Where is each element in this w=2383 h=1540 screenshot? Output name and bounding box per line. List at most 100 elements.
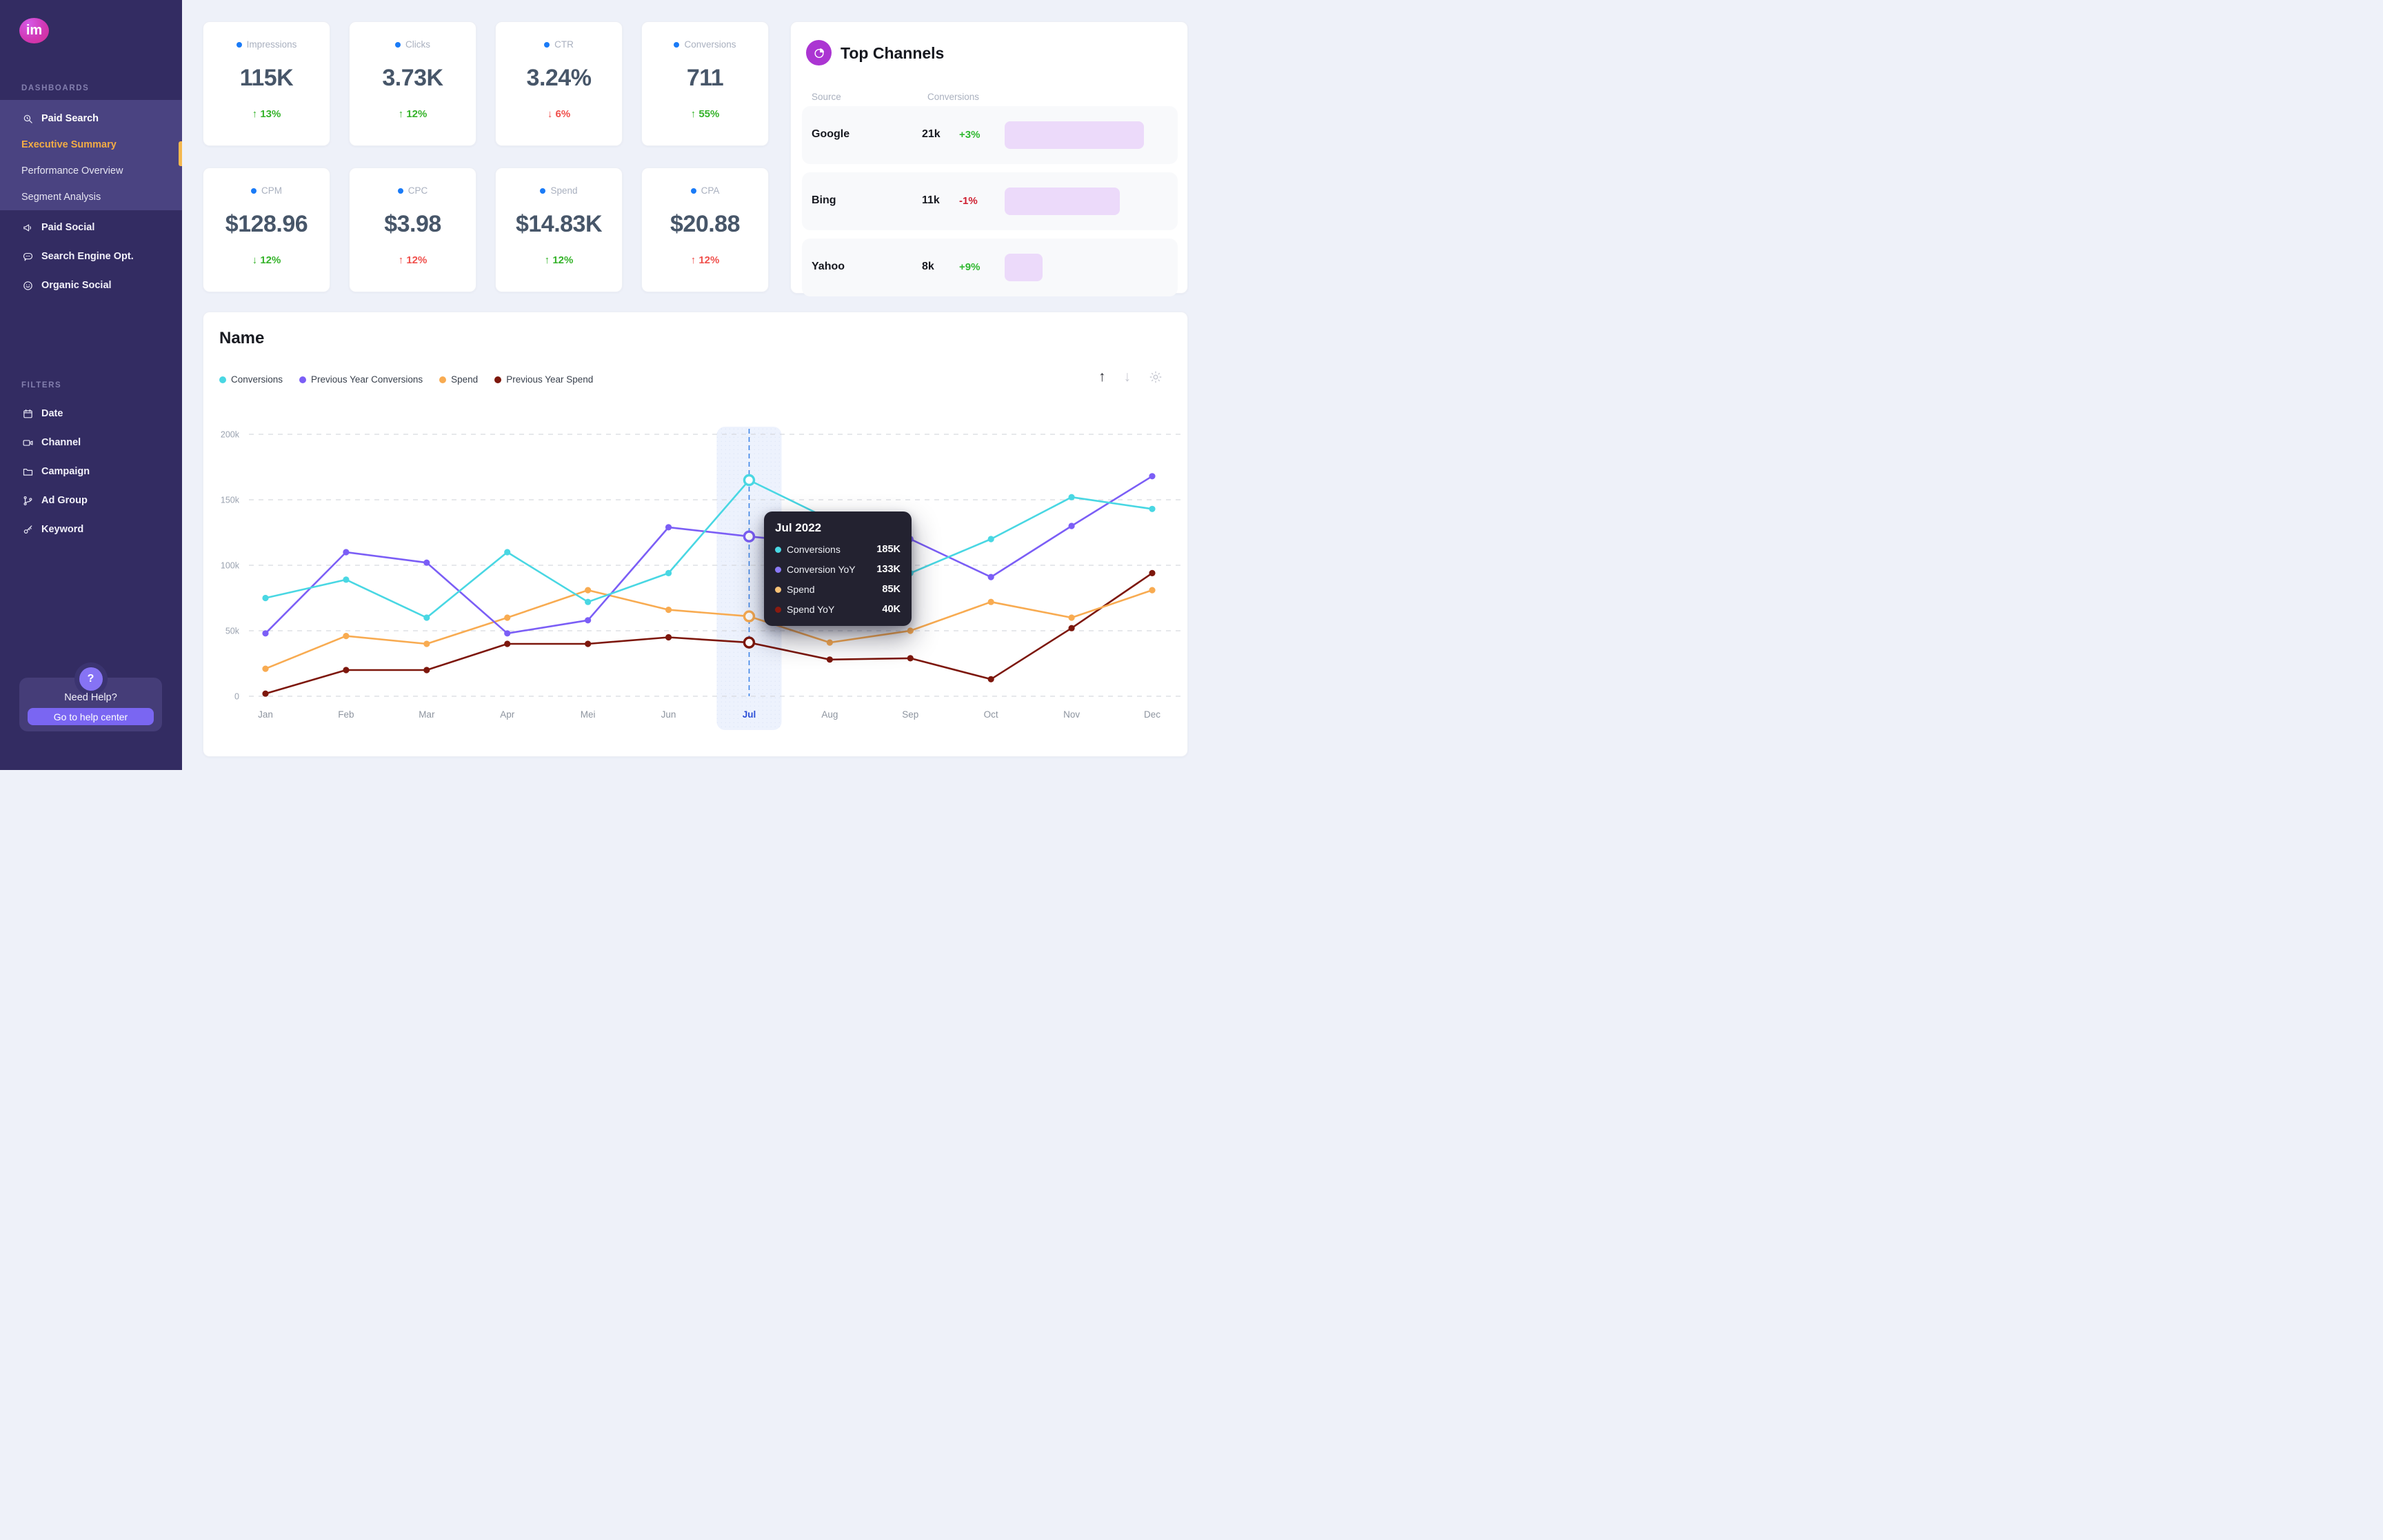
data-point[interactable] [262, 690, 269, 697]
app-logo[interactable]: im [19, 18, 49, 43]
sidebar-item-search-engine-opt-[interactable]: Search Engine Opt. [0, 242, 182, 271]
data-point[interactable] [585, 617, 592, 624]
data-point[interactable] [826, 656, 833, 663]
sidebar-item-keyword[interactable]: Keyword [0, 515, 182, 544]
legend-dot-icon [494, 376, 502, 383]
data-point[interactable] [907, 627, 914, 634]
x-axis-label-feb[interactable]: Feb [338, 709, 354, 720]
metric-value: 3.24% [526, 65, 592, 91]
channel-conversions: 8k [922, 261, 934, 272]
legend-item-previous-year-conversions[interactable]: Previous Year Conversions [299, 374, 423, 385]
legend-label: Conversions [231, 374, 283, 385]
data-point[interactable] [987, 598, 994, 605]
line-chart[interactable]: 200k 150k 100k 50k 0 Jan Feb Mar Apr Mei Jun Jul Aug… [203, 399, 1189, 752]
gear-icon[interactable] [1149, 370, 1163, 384]
x-axis-label-apr[interactable]: Apr [500, 709, 515, 720]
data-point[interactable] [504, 549, 511, 556]
legend-item-previous-year-spend[interactable]: Previous Year Spend [494, 374, 593, 385]
legend-item-conversions[interactable]: Conversions [219, 374, 283, 385]
data-point-highlight[interactable] [743, 530, 756, 543]
data-point-highlight[interactable] [743, 610, 756, 622]
data-point[interactable] [907, 655, 914, 662]
data-point[interactable] [504, 614, 511, 621]
sidebar-item-segment-analysis[interactable]: Segment Analysis [0, 184, 182, 210]
sort-down-icon[interactable]: ↓ [1124, 369, 1132, 385]
legend-dot-icon [219, 376, 226, 383]
x-axis-label-dec[interactable]: Dec [1144, 709, 1160, 720]
sidebar-item-executive-summary[interactable]: Executive Summary [0, 132, 182, 158]
data-point[interactable] [504, 630, 511, 637]
sidebar-item-campaign[interactable]: Campaign [0, 457, 182, 486]
sidebar-item-date[interactable]: Date [0, 399, 182, 428]
data-point[interactable] [826, 639, 833, 646]
data-point[interactable] [1149, 569, 1156, 576]
data-point[interactable] [665, 607, 672, 614]
data-point[interactable] [1149, 505, 1156, 512]
chat-icon [22, 251, 34, 263]
data-point[interactable] [423, 559, 430, 566]
data-point[interactable] [585, 598, 592, 605]
data-point[interactable] [423, 667, 430, 673]
sidebar-item-organic-social[interactable]: Organic Social [0, 271, 182, 300]
sidebar-item-label: Ad Group [41, 495, 88, 506]
question-icon[interactable]: ? [79, 667, 103, 691]
data-point[interactable] [343, 576, 350, 583]
data-point[interactable] [262, 594, 269, 602]
data-point[interactable] [504, 640, 511, 647]
data-point[interactable] [423, 640, 430, 647]
data-point[interactable] [585, 587, 592, 594]
x-axis-label-jul[interactable]: Jul [743, 709, 756, 720]
channel-row-google[interactable]: Google 21k +3% [802, 106, 1178, 164]
data-point-highlight[interactable] [743, 474, 756, 487]
data-point[interactable] [423, 614, 430, 621]
x-axis-label-sep[interactable]: Sep [902, 709, 918, 720]
metric-label: Clicks [350, 39, 476, 50]
data-point[interactable] [665, 569, 672, 576]
sidebar-item-paid-search[interactable]: Paid Search [0, 105, 182, 132]
x-axis-label-oct[interactable]: Oct [984, 709, 998, 720]
metric-card-spend: Spend $14.83K ↑ 12% [495, 168, 623, 292]
metric-card-cpm: CPM $128.96 ↓ 12% [203, 168, 330, 292]
tooltip-value: 133K [876, 564, 901, 575]
x-axis-label-mei[interactable]: Mei [581, 709, 596, 720]
x-axis-label-jan[interactable]: Jan [258, 709, 273, 720]
data-point[interactable] [343, 633, 350, 640]
sidebar-item-performance-overview[interactable]: Performance Overview [0, 158, 182, 184]
metric-dot-icon [540, 188, 546, 194]
x-axis-label-nov[interactable]: Nov [1063, 709, 1080, 720]
trend-arrow-icon: ↑ [398, 108, 404, 120]
data-point[interactable] [1149, 473, 1156, 480]
tooltip-row-conversion-yoy: Conversion YoY 133K [775, 564, 901, 575]
x-axis-label-mar[interactable]: Mar [419, 709, 435, 720]
x-axis-label-aug[interactable]: Aug [821, 709, 838, 720]
sidebar-item-paid-social[interactable]: Paid Social [0, 213, 182, 242]
data-point[interactable] [585, 640, 592, 647]
x-axis-label-jun[interactable]: Jun [661, 709, 676, 720]
data-point[interactable] [262, 665, 269, 672]
channel-row-bing[interactable]: Bing 11k -1% [802, 172, 1178, 230]
data-point[interactable] [987, 676, 994, 682]
channel-row-yahoo[interactable]: Yahoo 8k +9% [802, 239, 1178, 296]
branch-icon [22, 495, 34, 507]
data-point[interactable] [665, 524, 672, 531]
legend-item-spend[interactable]: Spend [439, 374, 478, 385]
data-point[interactable] [262, 630, 269, 637]
data-point[interactable] [1068, 494, 1075, 500]
data-point[interactable] [1068, 625, 1075, 631]
help-title: Need Help? [64, 692, 117, 703]
data-point[interactable] [665, 634, 672, 641]
data-point[interactable] [987, 536, 994, 543]
data-point[interactable] [343, 549, 350, 556]
data-point[interactable] [1068, 523, 1075, 529]
sort-up-icon[interactable]: ↑ [1098, 369, 1106, 385]
data-point[interactable] [343, 667, 350, 673]
tooltip-dot-icon [775, 546, 781, 553]
help-center-button[interactable]: Go to help center [28, 708, 154, 725]
sidebar-item-channel[interactable]: Channel [0, 428, 182, 457]
data-point-highlight[interactable] [743, 636, 756, 649]
sidebar-item-ad-group[interactable]: Ad Group [0, 486, 182, 515]
data-point[interactable] [987, 574, 994, 580]
sidebar: im DASHBOARDS Paid Search Executive Summ… [0, 0, 182, 770]
data-point[interactable] [1068, 614, 1075, 621]
data-point[interactable] [1149, 587, 1156, 594]
